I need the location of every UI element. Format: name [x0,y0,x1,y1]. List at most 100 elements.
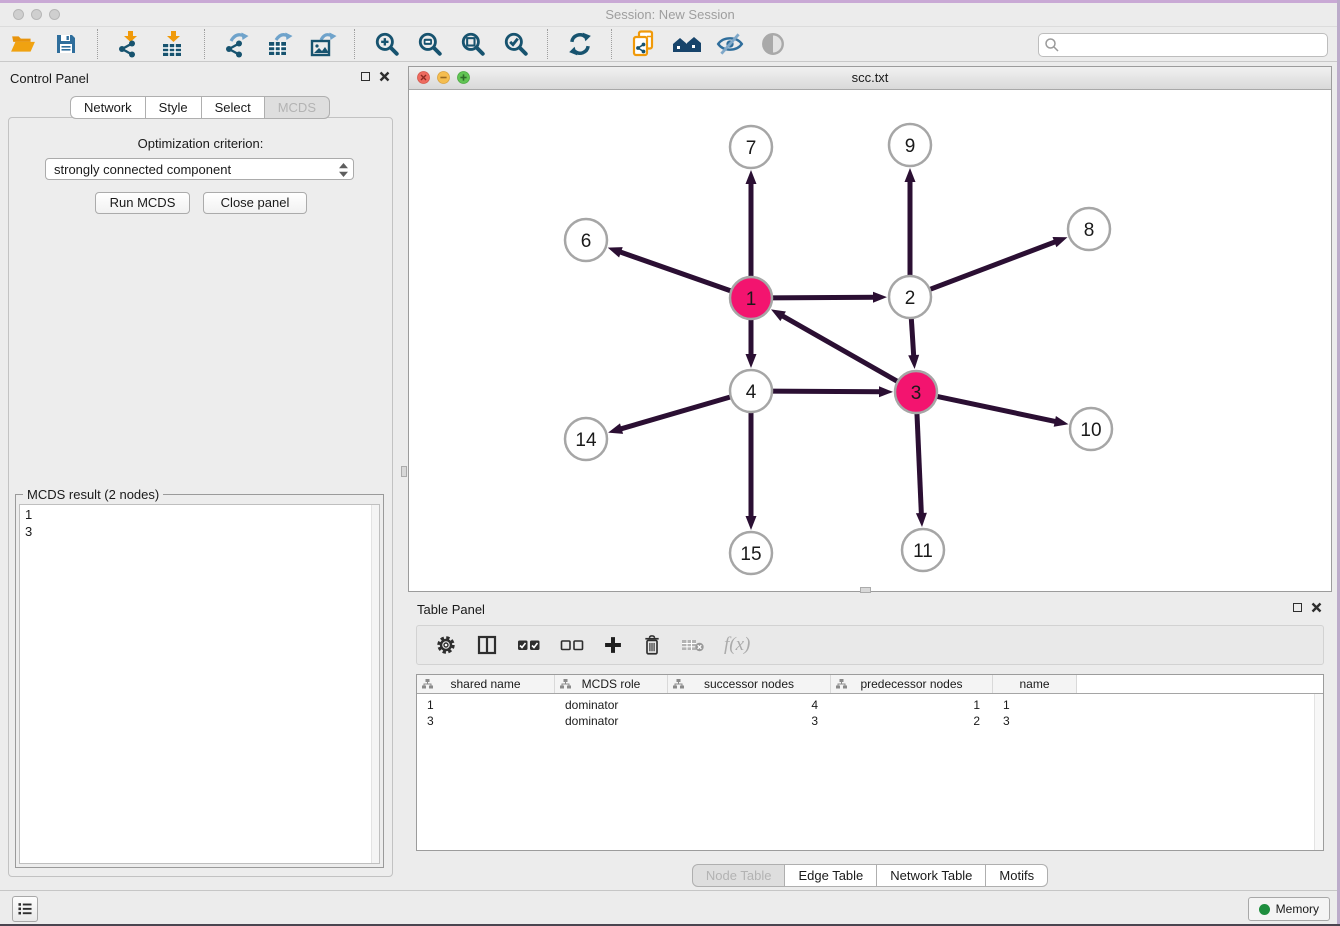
mcds-result-text[interactable]: 13 [19,504,380,864]
task-history-button[interactable] [12,896,38,922]
table-cell[interactable]: 1 [993,697,1077,713]
tab-mcds[interactable]: MCDS [265,96,330,119]
table-cell[interactable]: dominator [555,713,668,729]
zoom-selected-button[interactable] [501,29,531,59]
table-cell[interactable]: 3 [668,713,831,729]
column-header-shared-name[interactable]: shared name [417,675,555,693]
export-network-button[interactable] [222,29,252,59]
status-bar: Memory [0,890,1340,926]
tab-node-table[interactable]: Node Table [692,864,786,887]
export-table-button[interactable] [265,29,295,59]
close-panel-button[interactable]: Close panel [203,192,307,214]
show-hidden-button[interactable] [758,29,788,59]
optimization-criterion-select[interactable]: strongly connected component [45,158,354,180]
graph-edge-2-8[interactable] [927,241,1058,291]
graph-node-label: 8 [1084,220,1095,241]
column-header-mcds-role[interactable]: MCDS role [555,675,668,693]
zoom-out-button[interactable] [415,29,445,59]
graph-edge-1-6[interactable] [617,251,734,292]
tab-network-table[interactable]: Network Table [877,864,986,887]
graph-edge-4-14[interactable] [618,396,734,430]
apply-layout-button[interactable] [565,29,595,59]
run-mcds-button[interactable]: Run MCDS [95,192,190,214]
search-icon [1044,37,1060,53]
clone-network-button[interactable] [629,29,659,59]
zoom-fit-button[interactable] [458,29,488,59]
column-header-name[interactable]: name [993,675,1077,693]
table-cell[interactable]: 3 [417,713,555,729]
search-input[interactable] [1063,35,1322,55]
table-toolbar: f(x) [416,625,1324,665]
vertical-splitter-handle[interactable] [401,466,407,477]
tab-select[interactable]: Select [202,96,265,119]
tab-style[interactable]: Style [146,96,202,119]
graph-edge-4-3[interactable] [769,391,883,392]
select-all-rows-button[interactable] [517,632,541,658]
table-cell[interactable]: 3 [993,713,1077,729]
close-panel-icon[interactable] [379,71,390,82]
mcds-result-box: MCDS result (2 nodes) 13 [15,494,384,868]
column-header-predecessor-nodes[interactable]: predecessor nodes [831,675,993,693]
graph-edge-3-10[interactable] [934,396,1059,423]
table-cell[interactable]: 1 [831,697,993,713]
deselect-all-rows-button[interactable] [560,632,584,658]
open-folder-icon [10,31,36,57]
graph-node-label: 2 [905,288,916,309]
columns-icon [476,634,498,656]
table-row[interactable]: 1dominator411 [417,697,1323,713]
save-session-button[interactable] [51,29,81,59]
result-line: 3 [25,523,374,540]
graph-node-label: 7 [746,138,757,159]
table-cell[interactable]: dominator [555,697,668,713]
export-image-button[interactable] [308,29,338,59]
float-table-panel-icon[interactable] [1293,603,1302,612]
graph-edge-arrow [746,516,757,530]
fx-icon: f(x) [724,634,750,656]
graph-edge-3-1[interactable] [780,314,901,383]
graph-edge-1-2[interactable] [769,297,877,298]
graph-edge-arrow [873,292,887,303]
horizontal-splitter-handle[interactable] [860,587,871,593]
memory-button[interactable]: Memory [1248,897,1330,921]
column-label: predecessor nodes [860,677,962,691]
table-cell[interactable]: 4 [668,697,831,713]
node-table-body: 1dominator4113dominator323 [417,694,1323,729]
graph-edge-arrow [916,513,927,527]
header-filler [1077,675,1323,693]
unchecked-boxes-icon [560,638,584,652]
graph-edge-arrow [908,355,919,369]
import-table-button[interactable] [158,29,188,59]
graph-edge-3-11[interactable] [917,410,922,517]
application-window: Session: New Session [0,0,1340,926]
import-network-button[interactable] [115,29,145,59]
delete-columns-button[interactable] [642,632,662,658]
network-window-titlebar[interactable]: scc.txt [409,67,1331,90]
zoom-in-button[interactable] [372,29,402,59]
create-column-button[interactable] [603,632,623,658]
eye-slash-icon [716,31,744,57]
tab-motifs[interactable]: Motifs [986,864,1048,887]
float-panel-icon[interactable] [361,72,370,81]
result-scrollbar[interactable] [371,505,379,863]
open-session-button[interactable] [8,29,38,59]
table-cell[interactable]: 2 [831,713,993,729]
close-table-panel-icon[interactable] [1311,602,1322,613]
table-panel-title: Table Panel [417,602,485,617]
hide-selected-button[interactable] [715,29,745,59]
mcds-panel: Optimization criterion: strongly connect… [8,117,393,877]
table-scrollbar[interactable] [1314,694,1323,850]
show-columns-button[interactable] [476,632,498,658]
tab-network[interactable]: Network [70,96,146,119]
table-cell[interactable]: 1 [417,697,555,713]
first-neighbors-button[interactable] [672,29,702,59]
graph-edge-2-3[interactable] [911,315,914,359]
window-frame-top [0,0,1340,3]
dropdown-selected-value: strongly connected component [54,162,231,177]
graph-node-label: 10 [1080,420,1101,441]
graph-edge-arrow [905,168,916,182]
column-header-successor-nodes[interactable]: successor nodes [668,675,831,693]
network-canvas[interactable]: 7968124314101511 [409,89,1331,592]
table-settings-button[interactable] [435,632,457,658]
tab-edge-table[interactable]: Edge Table [785,864,877,887]
table-row[interactable]: 3dominator323 [417,713,1323,729]
